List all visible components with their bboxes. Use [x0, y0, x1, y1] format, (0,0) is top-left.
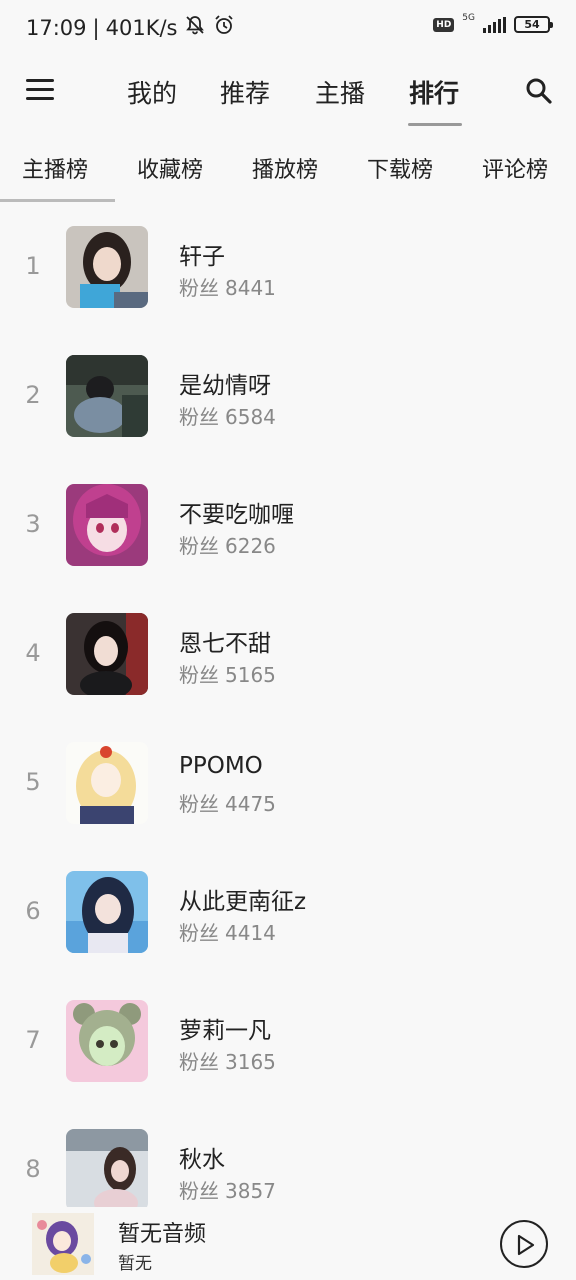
fans-count: 粉丝 4475 [179, 788, 282, 817]
signal-icon [483, 16, 506, 33]
rank-number: 2 [25, 381, 41, 409]
fans-count: 粉丝 3857 [179, 1175, 282, 1204]
battery-icon: 54 [514, 16, 553, 33]
tab-anchor[interactable]: 主播 [315, 74, 365, 110]
rank-number: 8 [25, 1155, 41, 1183]
ranking-sub-tabs: 主播榜 收藏榜 播放榜 下载榜 评论榜 [0, 128, 576, 204]
avatar [66, 355, 148, 437]
fans-label: 粉丝 [179, 921, 219, 945]
status-separator: | [92, 15, 100, 40]
fans-value: 5165 [225, 663, 276, 687]
rank-number: 7 [25, 1026, 41, 1054]
search-icon[interactable] [524, 76, 554, 106]
status-time: 17:09 [26, 15, 87, 40]
network-speed: 401K/s [105, 15, 178, 40]
network-type: 5G [462, 13, 475, 23]
subtab-play-rank[interactable]: 播放榜 [252, 152, 318, 184]
anchor-name: 是幼情呀 [179, 373, 271, 399]
anchor-name: 轩子 [179, 244, 225, 270]
list-item[interactable]: 6 从此更南征z 粉丝 4414 [0, 849, 576, 978]
avatar [66, 742, 148, 824]
fans-label: 粉丝 [179, 405, 219, 429]
anchor-name: PPOMO [179, 753, 263, 779]
top-nav: 我的 推荐 主播 排行 [0, 58, 576, 128]
mute-bell-icon [185, 15, 205, 40]
mini-player[interactable]: 暂无音频 暂无 [0, 1207, 576, 1280]
tab-recommend[interactable]: 推荐 [220, 74, 270, 110]
status-bar: 17:09 | 401K/s HD 5G 54 [0, 0, 576, 58]
anchor-name: 秋水 [179, 1147, 225, 1173]
subtab-anchor-rank[interactable]: 主播榜 [22, 152, 88, 184]
avatar [66, 1129, 148, 1211]
fans-value: 4475 [225, 792, 276, 816]
tab-mine[interactable]: 我的 [127, 74, 177, 110]
player-cover-image [32, 1213, 94, 1275]
status-right: HD 5G 54 [433, 13, 553, 33]
fans-label: 粉丝 [179, 1179, 219, 1203]
fans-count: 粉丝 6584 [179, 401, 282, 430]
battery-level: 54 [524, 18, 540, 31]
fans-label: 粉丝 [179, 1050, 219, 1074]
fans-count: 粉丝 6226 [179, 530, 282, 559]
avatar [66, 613, 148, 695]
hamburger-menu-icon[interactable] [26, 79, 56, 105]
fans-count: 粉丝 3165 [179, 1046, 282, 1075]
fans-value: 3165 [225, 1050, 276, 1074]
rank-number: 6 [25, 897, 41, 925]
active-subtab-indicator [0, 199, 115, 202]
fans-label: 粉丝 [179, 663, 219, 687]
play-icon[interactable] [500, 1220, 548, 1268]
subtab-favorite-rank[interactable]: 收藏榜 [137, 152, 203, 184]
list-item[interactable]: 5 PPOMO 粉丝 4475 [0, 720, 576, 849]
fans-label: 粉丝 [179, 792, 219, 816]
tab-ranking[interactable]: 排行 [409, 74, 459, 110]
avatar [66, 484, 148, 566]
fans-value: 3857 [225, 1179, 276, 1203]
fans-label: 粉丝 [179, 534, 219, 558]
fans-label: 粉丝 [179, 276, 219, 300]
avatar [66, 226, 148, 308]
anchor-name: 恩七不甜 [179, 631, 271, 657]
fans-value: 6584 [225, 405, 276, 429]
fans-value: 8441 [225, 276, 276, 300]
hd-badge: HD [433, 17, 455, 32]
subtab-download-rank[interactable]: 下载榜 [367, 152, 433, 184]
fans-value: 4414 [225, 921, 276, 945]
player-subtitle: 暂无 [118, 1254, 152, 1274]
fans-count: 粉丝 8441 [179, 272, 282, 301]
anchor-name: 从此更南征z [179, 889, 307, 915]
rank-number: 3 [25, 510, 41, 538]
rank-number: 4 [25, 639, 41, 667]
fans-value: 6226 [225, 534, 276, 558]
active-tab-indicator [408, 123, 462, 126]
fans-count: 粉丝 5165 [179, 659, 282, 688]
avatar [66, 871, 148, 953]
list-item[interactable]: 2 是幼情呀 粉丝 6584 [0, 333, 576, 462]
status-left: 17:09 | 401K/s [26, 14, 235, 41]
avatar [66, 1000, 148, 1082]
rank-number: 5 [25, 768, 41, 796]
fans-count: 粉丝 4414 [179, 917, 282, 946]
list-item[interactable]: 4 恩七不甜 粉丝 5165 [0, 591, 576, 720]
player-title: 暂无音频 [118, 1222, 207, 1247]
subtab-comment-rank[interactable]: 评论榜 [482, 152, 548, 184]
alarm-icon [213, 14, 235, 41]
anchor-name: 萝莉一凡 [179, 1018, 271, 1044]
list-item[interactable]: 3 不要吃咖喱 粉丝 6226 [0, 462, 576, 591]
list-item[interactable]: 1 轩子 粉丝 8441 [0, 204, 576, 333]
anchor-name: 不要吃咖喱 [179, 502, 294, 528]
rank-number: 1 [25, 252, 41, 280]
list-item[interactable]: 7 萝莉一凡 粉丝 3165 [0, 978, 576, 1107]
